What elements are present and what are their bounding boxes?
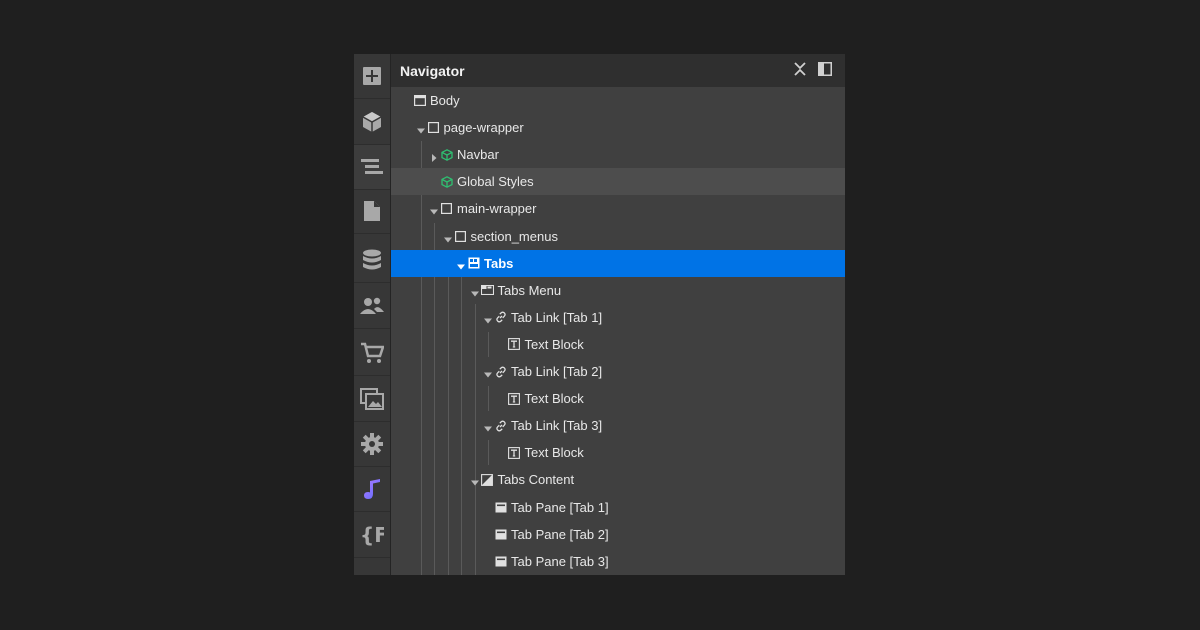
tree-row-label: Tabs [484, 255, 514, 271]
ecommerce-panel-button[interactable] [354, 331, 390, 376]
component-icon [440, 148, 453, 161]
tree-row[interactable]: Tab Pane [Tab 1] [391, 494, 845, 521]
cms-database-icon [362, 249, 382, 271]
expand-caret-right-icon[interactable] [429, 150, 439, 163]
navigator-icon [361, 158, 383, 176]
tree-row[interactable]: Text Block [391, 385, 845, 412]
tree-row[interactable]: section_menus [391, 223, 845, 250]
tree-row-label: Navbar [457, 147, 499, 163]
tree-row[interactable]: Tab Link [Tab 3] [391, 412, 845, 439]
left-toolbar: {F [354, 54, 391, 575]
expand-caret-down-icon[interactable] [416, 123, 426, 134]
app-panel-button[interactable] [354, 467, 390, 512]
tree-row[interactable]: Navbar [391, 141, 845, 168]
components-panel-button[interactable] [354, 100, 390, 145]
finsweet-panel-button[interactable]: {F [354, 513, 390, 558]
tree-row[interactable]: Global Styles [391, 168, 845, 196]
expand-caret-down-icon[interactable] [429, 204, 439, 215]
expand-caret-down-icon[interactable] [443, 232, 453, 242]
tree-row-label: section_menus [470, 228, 558, 244]
tree-row-label: main-wrapper [457, 201, 537, 217]
components-cube-icon [361, 111, 383, 133]
tabs-menu-icon [480, 284, 494, 297]
expand-caret-down-icon[interactable] [456, 259, 466, 270]
component-icon [440, 175, 453, 188]
link-icon [494, 365, 507, 378]
panel-header: Navigator [391, 54, 845, 87]
ecommerce-cart-icon [360, 342, 384, 364]
tab-pane-icon [494, 501, 507, 514]
tree-row-label: Tab Pane [Tab 2] [511, 526, 609, 542]
svg-text:{F: {F [360, 524, 384, 546]
designer-window: {F Navigator Body page-wrapper Navbar Globa… [354, 54, 845, 575]
tree-row[interactable]: Tab Link [Tab 1] [391, 304, 845, 331]
navigator-panel: Navigator Body page-wrapper Navbar Global S… [391, 54, 845, 575]
panel-title: Navigator [400, 63, 465, 79]
navigator-panel-button[interactable] [354, 145, 390, 190]
link-icon [494, 419, 507, 432]
tree-row-label: Text Block [524, 391, 584, 407]
tree-row-label: Tab Link [Tab 1] [511, 309, 603, 325]
assets-icon [360, 388, 384, 410]
expand-caret-down-icon[interactable] [470, 475, 480, 486]
tree-row[interactable]: Tab Pane [Tab 2] [391, 521, 845, 548]
text-block-icon [508, 338, 521, 351]
assets-panel-button[interactable] [354, 377, 390, 422]
collapse-all-button[interactable] [791, 61, 809, 81]
body-icon [413, 94, 426, 107]
navigator-tree: Body page-wrapper Navbar Global Styles main-… [391, 87, 845, 575]
settings-panel-button[interactable] [354, 422, 390, 467]
tree-row-label: Text Block [524, 445, 584, 461]
tree-row[interactable]: Text Block [391, 439, 845, 466]
text-block-icon [508, 392, 521, 405]
users-panel-button[interactable] [354, 284, 390, 329]
tree-row[interactable]: Text Block [391, 331, 845, 358]
tree-row-label: Tab Link [Tab 2] [511, 364, 603, 379]
tree-row[interactable]: Tabs Content [391, 466, 845, 493]
expand-caret-down-icon[interactable] [483, 313, 493, 324]
users-icon [360, 296, 384, 316]
tree-row[interactable]: Tab Pane [Tab 3] [391, 548, 845, 575]
tree-row-label: Body [430, 93, 460, 108]
expand-caret-down-icon[interactable] [483, 421, 493, 432]
pages-panel-button[interactable] [354, 189, 390, 234]
tree-row-label: Tabs Menu [497, 282, 562, 298]
dock-panel-icon [818, 61, 832, 81]
settings-gear-icon [361, 433, 383, 455]
tree-row-label: Global Styles [457, 174, 534, 190]
app-logo-icon [362, 478, 382, 500]
expand-caret-down-icon[interactable] [483, 367, 493, 378]
tree-row[interactable]: main-wrapper [391, 195, 845, 222]
tree-row-label: page-wrapper [443, 120, 524, 136]
dock-panel-button[interactable] [816, 61, 834, 81]
tree-row[interactable]: Body [391, 87, 845, 114]
pages-icon [363, 200, 381, 222]
tree-row[interactable]: page-wrapper [391, 114, 845, 141]
tree-row-label: Tabs Content [497, 472, 575, 488]
tree-row[interactable]: Tabs [391, 249, 845, 277]
tree-row[interactable]: Tab Link [Tab 2] [391, 358, 845, 385]
add-icon [362, 66, 382, 86]
tabs-icon [467, 257, 480, 270]
text-block-icon [508, 446, 521, 459]
add-panel-button[interactable] [354, 54, 390, 99]
div-block-icon [440, 202, 453, 215]
link-icon [494, 311, 507, 324]
collapse-all-icon [794, 61, 806, 81]
tree-row[interactable]: Tabs Menu [391, 277, 845, 304]
tabs-content-icon [481, 473, 494, 486]
cms-panel-button[interactable] [354, 238, 390, 283]
tree-row-label: Tab Pane [Tab 1] [511, 499, 609, 515]
div-block-icon [454, 230, 467, 243]
tab-pane-icon [494, 555, 507, 568]
finsweet-attributes-icon: {F [360, 524, 384, 546]
div-block-icon [427, 121, 440, 134]
tab-pane-icon [494, 528, 507, 541]
tree-row-label: Tab Pane [Tab 3] [511, 553, 609, 569]
tree-row-label: Text Block [524, 336, 584, 352]
tree-row-label: Tab Link [Tab 3] [511, 418, 603, 434]
expand-caret-down-icon[interactable] [470, 286, 480, 297]
